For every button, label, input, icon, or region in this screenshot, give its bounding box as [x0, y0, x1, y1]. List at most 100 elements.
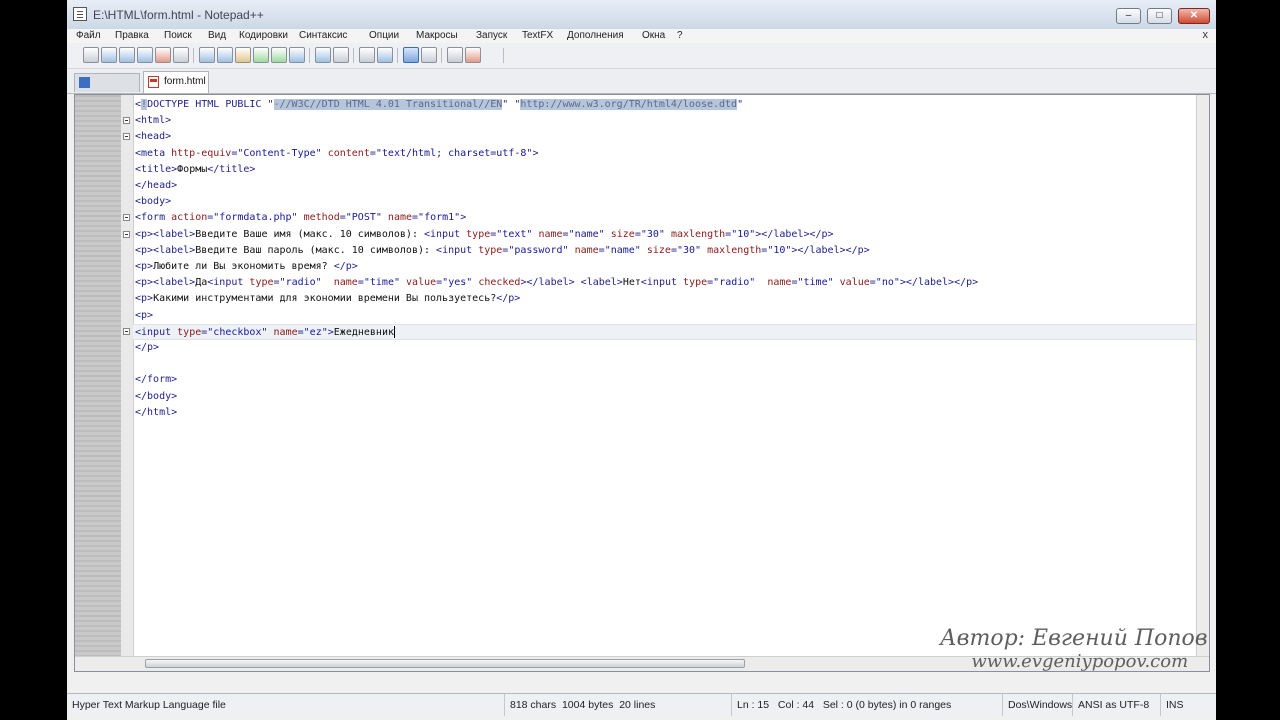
code-line[interactable]: <p><label>Введите Ваше имя (макс. 10 сим… — [133, 227, 1197, 243]
code-line[interactable]: <title>Формы</title> — [133, 162, 1197, 178]
replace-icon[interactable] — [315, 47, 331, 63]
code-line[interactable]: </form> — [133, 372, 1197, 388]
close-window-button[interactable]: ✕ — [1178, 8, 1210, 24]
menu-item-8[interactable]: Запуск — [476, 30, 507, 41]
code-line[interactable]: </head> — [133, 178, 1197, 194]
save-all-icon[interactable] — [137, 47, 153, 63]
code-line[interactable]: <p>Любите ли Вы экономить время? </p> — [133, 259, 1197, 275]
save-icon[interactable] — [119, 47, 135, 63]
toolbar-separator — [309, 48, 310, 63]
print-icon[interactable] — [173, 47, 189, 63]
tab-other-file[interactable] — [74, 73, 140, 92]
code-token: ></label></p> — [755, 228, 834, 240]
undo-icon[interactable] — [253, 47, 269, 63]
menu-item-5[interactable]: Синтаксис — [299, 30, 347, 41]
byte-count: 1004 bytes — [561, 699, 614, 711]
find-icon[interactable] — [289, 47, 305, 63]
app-icon[interactable] — [73, 7, 87, 21]
scroll-thumb[interactable] — [145, 659, 745, 668]
code-line[interactable]: <!DOCTYPE HTML PUBLIC "-//W3C//DTD HTML … — [133, 97, 1197, 113]
code-token: </form> — [135, 374, 178, 386]
selected-text: -//W3C//DTD HTML 4.01 Transitional//EN — [273, 99, 503, 110]
close-tab-icon[interactable]: x — [1203, 29, 1209, 41]
vertical-scrollbar[interactable] — [1196, 95, 1209, 671]
code-line[interactable]: </body> — [133, 389, 1197, 405]
code-line[interactable]: <p><label>Введите Ваш пароль (макс. 10 с… — [133, 243, 1197, 259]
code-token: </p> — [333, 261, 358, 272]
code-token: <html> — [135, 115, 172, 127]
code-line[interactable]: </p> — [133, 340, 1197, 356]
line-number-margin — [75, 95, 121, 671]
code-line[interactable]: <meta http-equiv="Content-Type" content=… — [133, 146, 1197, 162]
code-token: "form1" — [418, 212, 461, 224]
code-token: Введите Ваш пароль (макс. 10 символов): — [195, 244, 437, 256]
menu-item-3[interactable]: Вид — [208, 30, 226, 41]
code-token: <input — [207, 277, 250, 289]
menu-item-6[interactable]: Опции — [369, 30, 399, 41]
menu-item-1[interactable]: Правка — [115, 30, 149, 41]
code-line[interactable]: <body> — [133, 194, 1197, 210]
code-line[interactable]: <head> — [133, 129, 1197, 145]
menu-item-2[interactable]: Поиск — [164, 30, 192, 41]
fold-toggle-icon[interactable] — [123, 117, 130, 125]
copy-icon[interactable] — [217, 47, 233, 63]
wrap-icon[interactable] — [403, 47, 419, 63]
title-bar[interactable]: E:\HTML\form.html - Notepad++ – □ ✕ — [67, 0, 1216, 30]
code-token: type — [478, 244, 503, 256]
insert-mode[interactable]: INS — [1160, 694, 1216, 716]
minimize-button[interactable]: – — [1116, 8, 1141, 24]
code-area[interactable]: <!DOCTYPE HTML PUBLIC "-//W3C//DTD HTML … — [133, 95, 1197, 671]
close-icon[interactable] — [155, 47, 171, 63]
indent-guide-icon[interactable] — [421, 47, 437, 63]
code-token: <p><label> — [135, 244, 196, 256]
code-token: Да — [195, 277, 208, 289]
menu-item-12[interactable]: ? — [677, 30, 683, 41]
code-line[interactable]: <p><label>Да<input type="radio" name="ti… — [133, 275, 1197, 291]
code-token: http-equiv — [171, 147, 232, 159]
status-bar: Hyper Text Markup Language file 818 char… — [67, 693, 1216, 716]
cut-icon[interactable] — [199, 47, 215, 63]
code-line[interactable] — [133, 356, 1197, 372]
redo-icon[interactable] — [271, 47, 287, 63]
code-token: Нет — [622, 277, 641, 289]
encoding[interactable]: ANSI as UTF-8 — [1072, 694, 1160, 716]
menu-item-4[interactable]: Кодировки — [239, 30, 288, 41]
toolbar — [67, 44, 1216, 69]
menu-item-9[interactable]: TextFX — [522, 30, 553, 41]
code-token: method — [303, 212, 340, 224]
zoom-in-icon[interactable] — [333, 47, 349, 63]
code-line[interactable]: <form action="formdata.php" method="POST… — [133, 210, 1197, 226]
code-line[interactable]: </html> — [133, 405, 1197, 421]
code-token: <body> — [135, 196, 172, 208]
menu-item-0[interactable]: Файл — [76, 30, 101, 41]
eol-format[interactable]: Dos\Windows — [1002, 694, 1072, 716]
code-editor[interactable]: <!DOCTYPE HTML PUBLIC "-//W3C//DTD HTML … — [74, 94, 1210, 672]
fold-toggle-icon[interactable] — [123, 214, 130, 222]
record-macro-icon[interactable] — [447, 47, 463, 63]
menu-item-10[interactable]: Дополнения — [567, 30, 624, 41]
code-line[interactable]: <p>Какими инструментами для экономии вре… — [133, 291, 1197, 307]
menu-item-7[interactable]: Макросы — [416, 30, 458, 41]
fold-toggle-icon[interactable] — [123, 230, 130, 238]
menu-item-11[interactable]: Окна — [642, 30, 665, 41]
code-line[interactable]: <p> — [133, 308, 1197, 324]
tab-form-html[interactable]: form.html — [143, 71, 209, 93]
fold-toggle-icon[interactable] — [123, 327, 130, 335]
code-line[interactable]: <html> — [133, 113, 1197, 129]
new-file-icon[interactable] — [83, 47, 99, 63]
zoom-out-icon[interactable] — [359, 47, 375, 63]
open-icon[interactable] — [101, 47, 117, 63]
play-macro-icon[interactable] — [465, 47, 481, 63]
paste-icon[interactable] — [235, 47, 251, 63]
fold-toggle-icon[interactable] — [123, 133, 130, 141]
text-caret — [394, 325, 395, 338]
watermark: Автор: Евгений Попов www.evgeniypopov.co… — [940, 626, 1208, 672]
sync-icon[interactable] — [377, 47, 393, 63]
line-count: 20 lines — [619, 699, 656, 711]
code-token: "no" — [875, 277, 900, 289]
toolbar-separator — [397, 48, 398, 63]
code-line[interactable]: <input type="checkbox" name="ez">Ежеднев… — [133, 323, 1197, 340]
code-token: action — [171, 212, 208, 224]
code-token: <p> — [135, 309, 154, 321]
maximize-button[interactable]: □ — [1147, 8, 1172, 24]
